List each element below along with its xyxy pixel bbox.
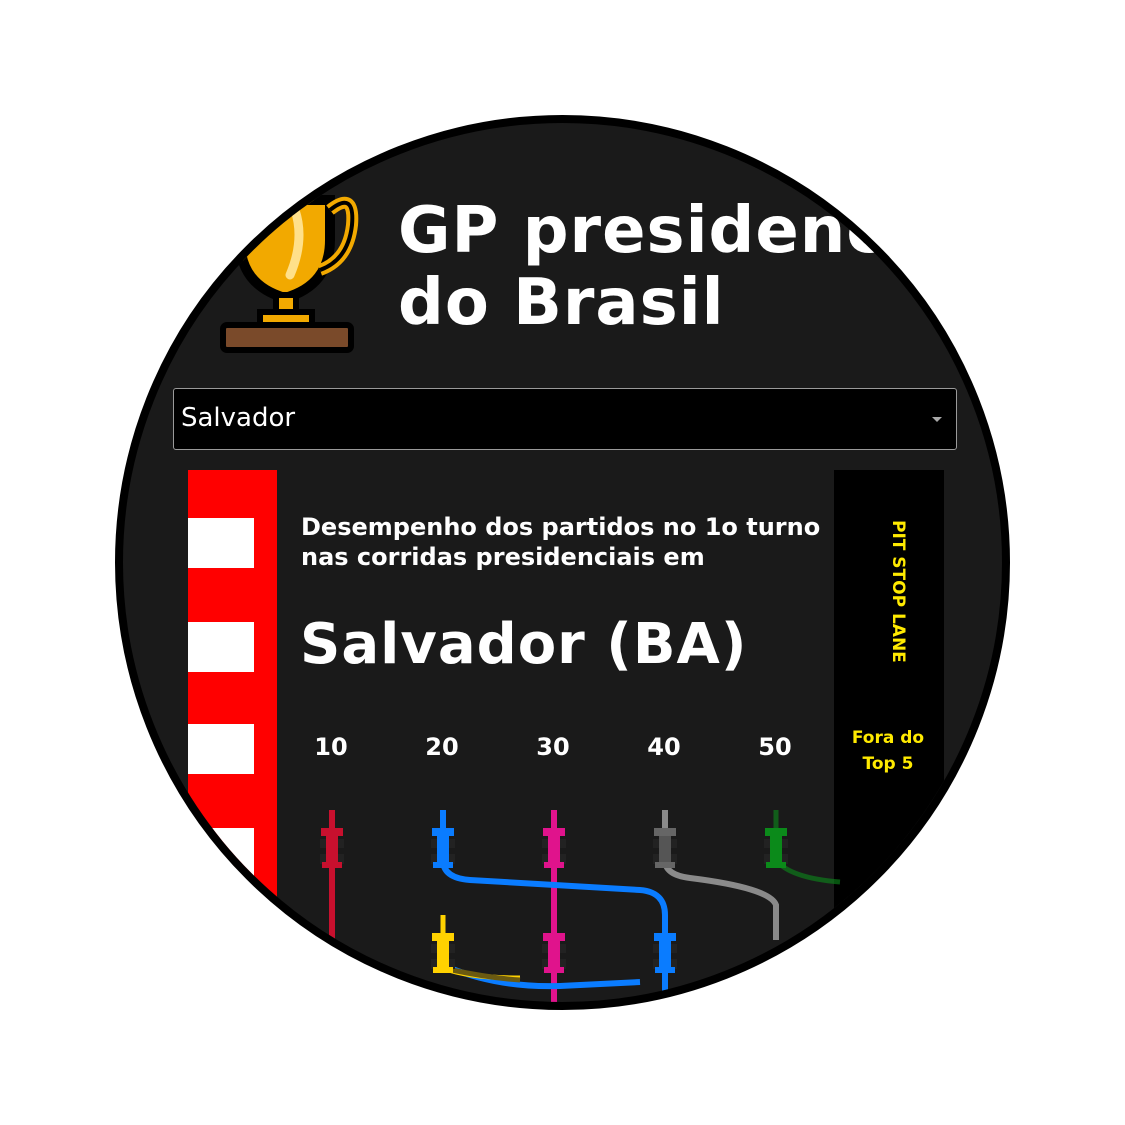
track-gray [662, 810, 779, 940]
race-car-icon [653, 828, 677, 868]
race-track [320, 810, 841, 1002]
race-car-icon [542, 933, 566, 973]
race-car-icon [320, 828, 344, 868]
race-car-icon [431, 933, 455, 973]
race-car-icon [653, 933, 677, 973]
race-car-icon [764, 828, 788, 868]
race-car-icon [542, 828, 566, 868]
circular-frame: GP presidenci do Brasil Salvador PIT STO… [115, 115, 1010, 1010]
race-car-icon [431, 828, 455, 868]
